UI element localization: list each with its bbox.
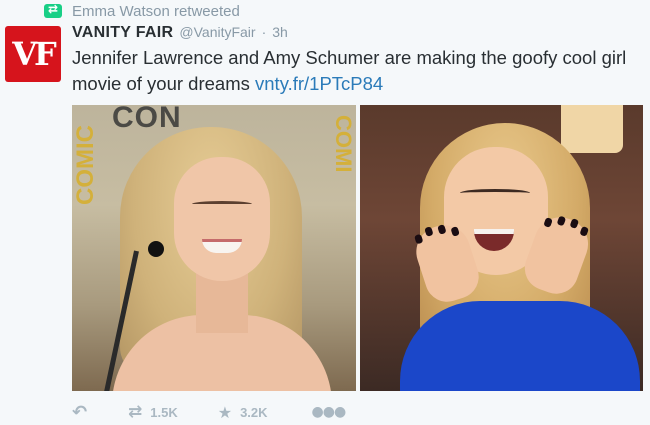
tweet-header: VANITY FAIR @VanityFair · 3h <box>72 24 288 42</box>
microphone-icon <box>148 241 164 257</box>
reply-icon: ↶ <box>72 401 88 423</box>
reply-button[interactable]: ↶ <box>72 402 92 423</box>
retweet-count: 1.5K <box>150 404 178 420</box>
more-icon: ●●● <box>311 404 347 420</box>
sign-text-left: COMIC <box>72 125 99 205</box>
retweet-context: Emma Watson retweeted <box>44 1 240 21</box>
tweet-timestamp[interactable]: 3h <box>272 24 288 40</box>
face <box>174 157 270 281</box>
eyes <box>460 189 530 197</box>
avatar[interactable]: VF <box>5 26 61 82</box>
photo-amy-schumer[interactable] <box>360 105 643 391</box>
media-container[interactable]: CON COMIC COMI <box>72 105 643 391</box>
sign-text-right: COMI <box>331 115 356 173</box>
retweeter-link[interactable]: Emma Watson retweeted <box>72 3 240 20</box>
photo-jennifer-lawrence[interactable]: CON COMIC COMI <box>72 105 356 391</box>
tweet-actions: ↶ ⇄ 1.5K ★ 3.2K ●●● <box>72 400 347 424</box>
retweet-context-icon <box>44 2 62 18</box>
lamp <box>561 105 623 153</box>
author-fullname[interactable]: VANITY FAIR <box>72 24 173 42</box>
star-icon: ★ <box>217 402 233 422</box>
eyes <box>192 201 252 207</box>
neck <box>196 273 248 333</box>
tweet-link[interactable]: vnty.fr/1PTcP84 <box>255 73 383 94</box>
separator-dot: · <box>261 24 267 40</box>
sign-text-top: CON <box>112 105 182 134</box>
retweet-button[interactable]: ⇄ 1.5K <box>128 402 178 422</box>
more-button[interactable]: ●●● <box>311 404 347 420</box>
tweet-text: Jennifer Lawrence and Amy Schumer are ma… <box>72 45 642 97</box>
blue-dress <box>400 301 640 391</box>
retweet-icon: ⇄ <box>128 402 143 422</box>
favorite-button[interactable]: ★ 3.2K <box>218 403 268 422</box>
author-screen-name[interactable]: @VanityFair <box>179 24 255 40</box>
tweet: Emma Watson retweeted VF VANITY FAIR @Va… <box>0 0 650 425</box>
favorite-count: 3.2K <box>240 404 268 420</box>
